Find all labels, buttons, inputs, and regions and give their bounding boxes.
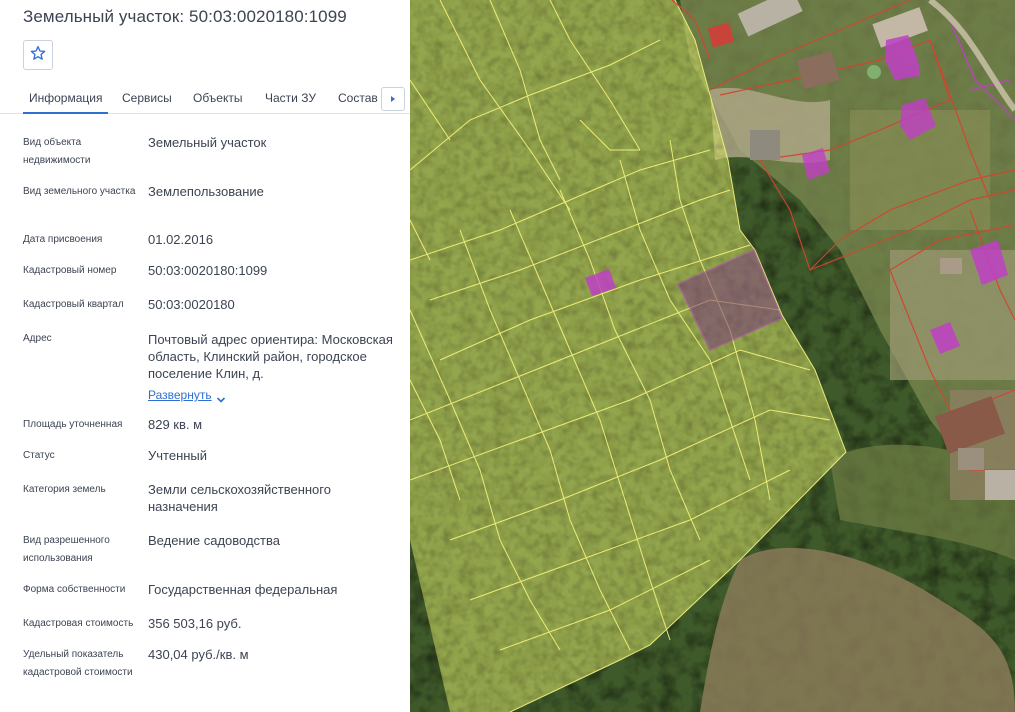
label-address: Адрес <box>23 333 52 344</box>
satellite-map[interactable] <box>410 0 1015 712</box>
label-land-type: Вид земельного участка <box>23 186 136 197</box>
tab-composition[interactable]: Состав ЕЗП <box>338 91 382 105</box>
expand-address-link[interactable]: Развернуть <box>148 388 212 402</box>
label-area: Площадь уточненная <box>23 419 123 430</box>
value-status: Учтенный <box>148 448 208 463</box>
label-cadastral-number: Кадастровый номер <box>23 265 117 276</box>
tab-info[interactable]: Информация <box>22 91 110 114</box>
tab-services[interactable]: Сервисы <box>122 91 172 105</box>
tab-bar: Информация Сервисы Объекты Части ЗУ Сост… <box>0 84 410 114</box>
map-view[interactable] <box>410 0 1015 712</box>
label-land-category: Категория земель <box>23 484 106 495</box>
value-specific-value: 430,04 руб./кв. м <box>148 647 249 662</box>
favorite-button[interactable] <box>23 40 53 70</box>
value-address: Почтовый адрес ориентира: Московская обл… <box>148 332 393 381</box>
value-assign-date: 01.02.2016 <box>148 232 214 247</box>
value-object-type: Земельный участок <box>148 135 267 150</box>
value-cadastral-number: 50:03:0020180:1099 <box>148 263 268 278</box>
info-panel: Земельный участок: 50:03:0020180:1099 Ин… <box>0 0 410 712</box>
caret-right-icon <box>389 90 397 108</box>
label-assign-date: Дата присвоения <box>23 234 103 245</box>
value-permitted-use: Ведение садоводства <box>148 533 280 548</box>
tab-parcel-parts[interactable]: Части ЗУ <box>265 91 316 105</box>
star-outline-icon <box>30 45 46 66</box>
value-area: 829 кв. м <box>148 417 203 432</box>
label-object-type: Вид объекта недвижимости <box>23 137 91 166</box>
page-title: Земельный участок: 50:03:0020180:1099 <box>23 7 347 26</box>
value-land-type: Землепользование <box>148 184 264 199</box>
value-cadastral-value: 356 503,16 руб. <box>148 616 242 631</box>
value-land-category: Земли сельскохозяйственного назначения <box>148 482 331 514</box>
label-status: Статус <box>23 450 55 461</box>
value-ownership: Государственная федеральная <box>148 582 338 597</box>
label-cadastral-value: Кадастровая стоимость <box>23 618 134 629</box>
chevron-down-icon[interactable] <box>216 391 226 409</box>
label-ownership: Форма собственности <box>23 584 126 595</box>
label-specific-value: Удельный показатель кадастровой стоимост… <box>23 649 133 678</box>
label-permitted-use: Вид разрешенного использования <box>23 535 110 564</box>
label-cadastral-quarter: Кадастровый квартал <box>23 299 124 310</box>
tab-objects[interactable]: Объекты <box>193 91 243 105</box>
tabs-scroll-right-button[interactable] <box>381 87 405 111</box>
value-cadastral-quarter: 50:03:0020180 <box>148 297 235 312</box>
